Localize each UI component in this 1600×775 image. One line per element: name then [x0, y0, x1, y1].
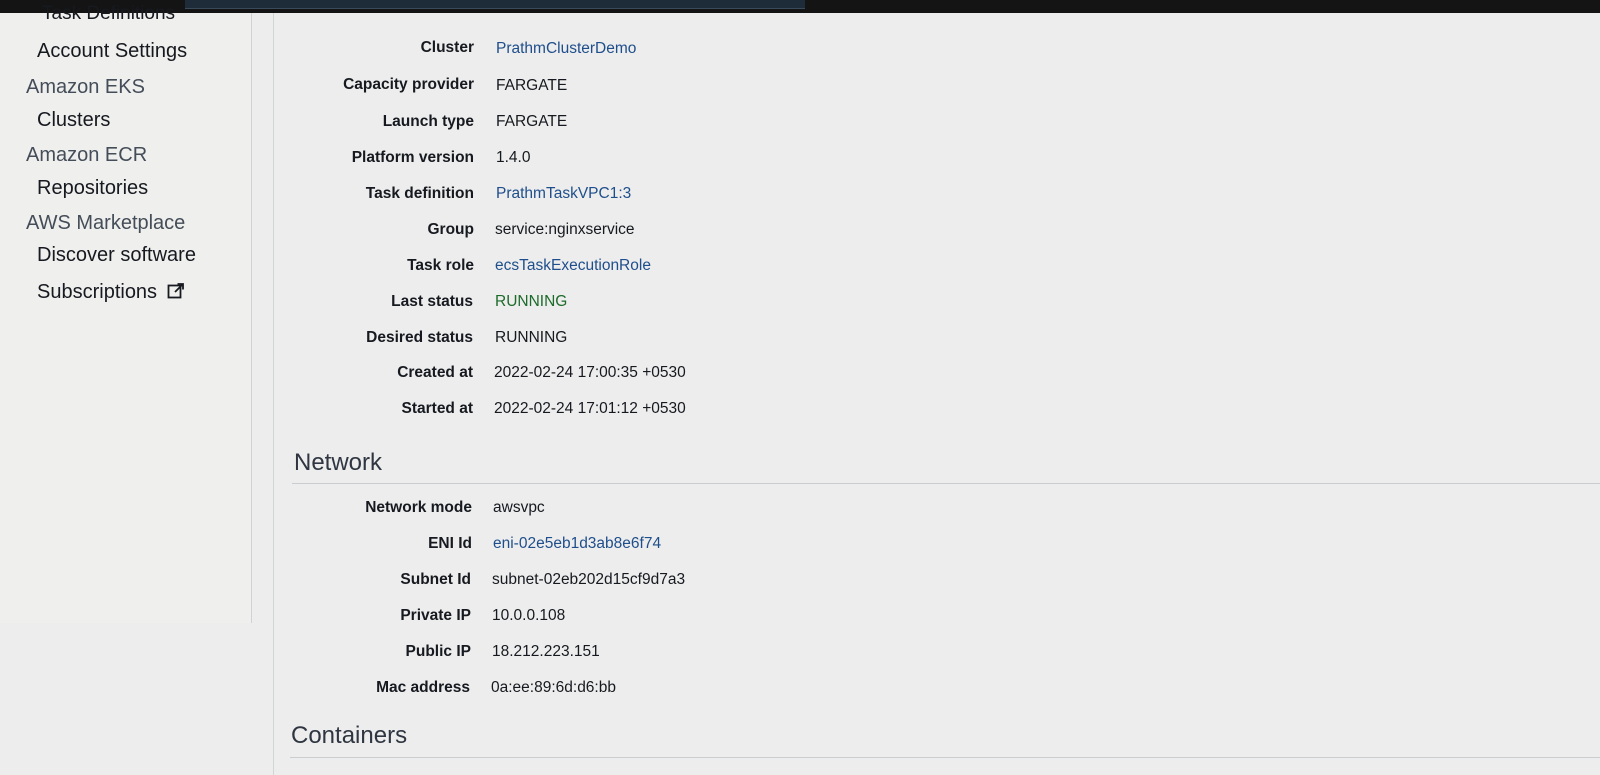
content-divider [273, 13, 274, 775]
started-at-value: 2022-02-24 17:01:12 +0530 [494, 400, 686, 417]
sidebar-item-subscriptions[interactable]: Subscriptions [37, 281, 185, 306]
platform-version-value: 1.4.0 [496, 149, 531, 166]
eni-id-link[interactable]: eni-02e5eb1d3ab8e6f74 [493, 535, 661, 553]
mac-address-label: Mac address [376, 679, 470, 696]
cluster-link[interactable]: PrathmClusterDemo [496, 40, 636, 58]
last-status-label: Last status [391, 293, 473, 310]
capacity-provider-label: Capacity provider [343, 76, 474, 93]
subnet-id-label: Subnet Id [400, 571, 471, 588]
last-status-value: RUNNING [495, 293, 568, 310]
started-at-label: Started at [401, 400, 474, 417]
network-mode-value: awsvpc [493, 499, 545, 516]
sidebar-item-repositories[interactable]: Repositories [37, 177, 148, 200]
public-ip-label: Public IP [405, 643, 471, 660]
group-label: Group [427, 221, 475, 238]
browser-top-bar [0, 0, 1600, 13]
sidebar-item-task-definitions[interactable]: Task Definitions [42, 3, 175, 25]
platform-version-label: Platform version [351, 149, 474, 166]
cluster-label: Cluster [420, 39, 474, 56]
task-definition-link[interactable]: PrathmTaskVPC1:3 [496, 185, 631, 203]
sidebar-nav: Task Definitions Account Settings Amazon… [0, 3, 252, 623]
desired-status-label: Desired status [366, 329, 473, 346]
sidebar-item-account-settings[interactable]: Account Settings [37, 40, 187, 63]
network-section-title: Network [294, 449, 383, 476]
created-at-value: 2022-02-24 17:00:35 +0530 [494, 364, 686, 381]
sidebar-item-label: Subscriptions [37, 281, 158, 303]
console-header-strip [185, 0, 805, 9]
task-definition-label: Task definition [365, 185, 474, 202]
private-ip-value: 10.0.0.108 [492, 607, 566, 624]
eni-id-label: ENI Id [428, 535, 472, 552]
external-link-icon [167, 282, 185, 306]
sidebar-section-aws-marketplace[interactable]: AWS Marketplace [26, 212, 185, 235]
subnet-id-value: subnet-02eb202d15cf9d7a3 [492, 571, 686, 588]
desired-status-value: RUNNING [495, 329, 568, 346]
created-at-label: Created at [397, 364, 473, 381]
launch-type-label: Launch type [382, 113, 474, 130]
sidebar-item-discover-software[interactable]: Discover software [37, 244, 196, 267]
group-value: service:nginxservice [495, 221, 635, 238]
private-ip-label: Private IP [400, 607, 471, 624]
sidebar-section-amazon-eks[interactable]: Amazon EKS [26, 76, 145, 99]
public-ip-value: 18.212.223.151 [492, 643, 600, 660]
network-section-divider [292, 483, 1600, 484]
sidebar-item-clusters[interactable]: Clusters [37, 109, 110, 132]
network-mode-label: Network mode [365, 499, 472, 516]
mac-address-value: 0a:ee:89:6d:d6:bb [491, 679, 616, 696]
launch-type-value: FARGATE [496, 113, 568, 130]
task-role-label: Task role [407, 257, 474, 274]
containers-section-divider [290, 757, 1600, 758]
containers-section-title: Containers [291, 722, 408, 749]
capacity-provider-value: FARGATE [496, 77, 568, 94]
task-role-link[interactable]: ecsTaskExecutionRole [495, 257, 651, 275]
sidebar-section-amazon-ecr[interactable]: Amazon ECR [26, 144, 147, 167]
